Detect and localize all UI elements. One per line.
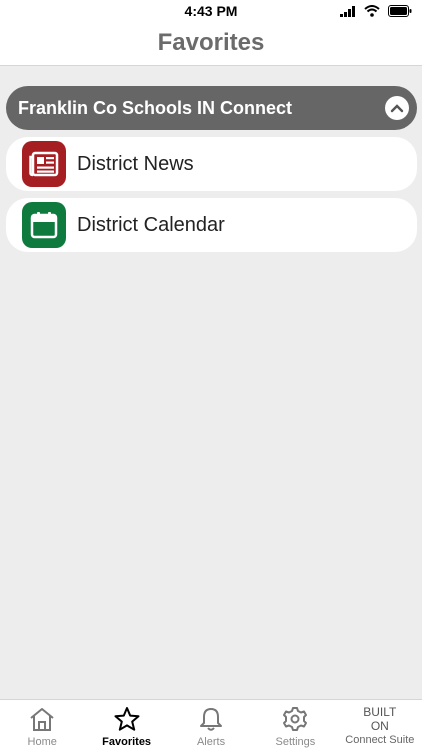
- star-icon: [114, 707, 140, 731]
- bell-icon: [200, 708, 223, 731]
- collapse-button[interactable]: [385, 96, 409, 120]
- page-title: Favorites: [157, 29, 265, 56]
- status-icons: [340, 5, 412, 17]
- built-on-connect-suite[interactable]: BUILT ON Connect Suite: [338, 700, 422, 750]
- tab-bar: Home Favorites Alerts Settings BUILT ON …: [0, 699, 422, 750]
- favorites-content: Franklin Co Schools IN Connect District …: [6, 86, 417, 252]
- newspaper-icon: [22, 141, 66, 187]
- tab-home[interactable]: Home: [0, 700, 84, 750]
- home-icon: [30, 708, 54, 731]
- chevron-up-icon: [390, 104, 404, 113]
- tab-label: Alerts: [196, 736, 226, 748]
- tab-label: Home: [27, 736, 57, 748]
- built-on-line3: Connect Suite: [345, 734, 415, 746]
- tab-favorites[interactable]: Favorites: [84, 700, 168, 750]
- battery-icon: [388, 5, 412, 17]
- built-on-badge: BUILT ON Connect Suite: [338, 705, 422, 747]
- tab-settings[interactable]: Settings: [253, 700, 337, 750]
- wifi-icon: [364, 5, 380, 17]
- group-header[interactable]: Franklin Co Schools IN Connect: [6, 86, 417, 130]
- signal-icon: [340, 5, 355, 17]
- built-on-line1: BUILT: [363, 705, 397, 719]
- tab-label: Settings: [275, 736, 316, 748]
- tab-label: Favorites: [102, 736, 152, 748]
- gear-icon: [283, 707, 308, 731]
- favorite-item-label: District Calendar: [77, 214, 225, 236]
- tab-alerts[interactable]: Alerts: [169, 700, 253, 750]
- group-title: Franklin Co Schools IN Connect: [18, 98, 293, 118]
- nav-bar: Favorites: [0, 22, 422, 66]
- calendar-icon: [22, 202, 66, 248]
- favorite-item-district-news[interactable]: District News: [6, 137, 417, 191]
- built-on-line2: ON: [370, 719, 389, 733]
- favorite-item-label: District News: [77, 153, 194, 175]
- status-bar: 4:43 PM: [0, 0, 422, 22]
- favorite-item-district-calendar[interactable]: District Calendar: [6, 198, 417, 252]
